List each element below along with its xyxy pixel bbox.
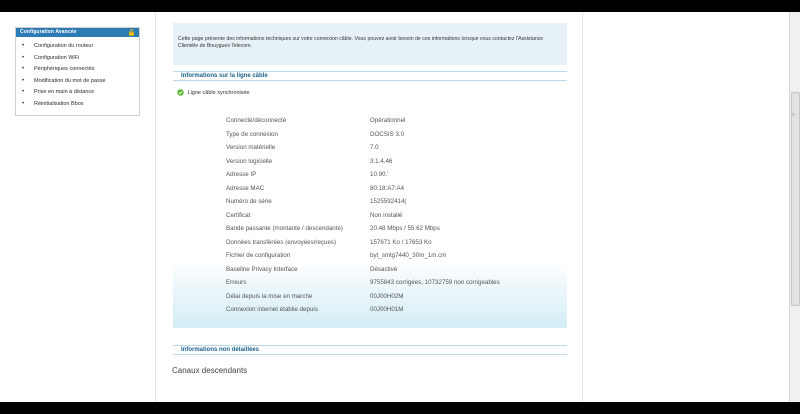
sidebar-item-label: Périphériques connectés — [34, 66, 95, 72]
bullet-icon: • — [22, 66, 25, 72]
bullet-icon: • — [22, 77, 25, 84]
row-label: Données transférées (envoyées/reçues) — [226, 238, 337, 246]
row-value: 9755843 corrigées, 10732759 non corrigea… — [370, 279, 500, 286]
table-row: Fichier de configuration byt_smtg7440_30m… — [226, 252, 566, 266]
table-row: Certificat Non installé — [226, 212, 566, 226]
row-label: Version logicielle — [226, 157, 273, 165]
table-row: Type de connexion DOCSIS 3.0 — [226, 131, 566, 145]
intro-box: Cette page présente des informations tec… — [173, 23, 567, 65]
sidebar-item-reset-bbox[interactable]: • Réinitialisation Bbox — [22, 99, 106, 111]
table-row: Version logicielle 3.1.4.46 — [226, 158, 566, 172]
table-row: Données transférées (envoyées/reçues) 157… — [226, 239, 566, 253]
scrollbar-grip-icon: ≡ — [792, 112, 795, 118]
bullet-icon: • — [22, 100, 25, 107]
cable-status-text: Ligne câble synchronisée — [187, 90, 250, 96]
row-label: Fichier de configuration — [226, 252, 291, 259]
row-value: Non installé — [370, 211, 403, 219]
intro-text: Cette page présente des informations tec… — [178, 36, 544, 49]
row-label: Version matérielle — [226, 144, 276, 151]
row-value: byt_smtg7440_30m_1m.cm — [370, 252, 447, 259]
sidebar-header-label: Configuration Avancée — [20, 29, 77, 35]
cable-status: Ligne câble synchronisée — [177, 89, 250, 97]
row-label: Adresse IP — [226, 171, 257, 178]
row-value: 7.0 — [370, 144, 379, 151]
table-row: Baseline Privacy Interface Désactivé — [226, 266, 566, 280]
row-label: Baseline Privacy Interface — [226, 265, 298, 273]
row-label: Connecté/déconnecté — [226, 117, 287, 124]
sidebar-item-remote-control[interactable]: • Prise en main à distance — [22, 87, 106, 99]
row-value: 1525592414( — [370, 198, 407, 205]
sidebar-item-label: Configuration WiFi — [34, 54, 80, 61]
cable-info-section-title: Informations sur la ligne câble — [173, 71, 567, 81]
row-value: DOCSIS 3.0 — [370, 130, 405, 138]
check-circle-icon — [177, 89, 184, 96]
scrollbar-thumb[interactable] — [791, 92, 800, 306]
sidebar-header: Configuration Avancée — [16, 28, 139, 37]
row-value: 20.48 Mbps / 55.62 Mbps — [370, 225, 440, 232]
row-label: Erreurs — [226, 279, 247, 286]
sidebar-item-connected-devices[interactable]: • Périphériques connectés — [22, 64, 106, 76]
row-label: Numéro de série — [226, 198, 272, 205]
row-label: Délai depuis la mise en marche — [226, 292, 313, 300]
sidebar-menu: • Configuration du routeur • Configuration… — [22, 41, 106, 110]
sidebar-item-router-config[interactable]: • Configuration du routeur — [22, 41, 106, 53]
table-row: Connexion internet établie depuis 00J00H0… — [226, 306, 566, 320]
row-label: Certificat — [226, 211, 251, 219]
row-value: 10.90.' — [370, 171, 389, 178]
table-row: Bande passante (montante / descendante) 2… — [226, 225, 566, 239]
details-section-title: Informations non détaillées — [173, 345, 567, 355]
bottom-black-bar — [0, 402, 800, 414]
table-row: Délai depuis la mise en marche 00J00H02M — [226, 293, 566, 307]
sidebar-item-label: Prise en main à distance — [34, 89, 95, 95]
row-value: 00J00H02M — [370, 292, 404, 300]
table-row: Adresse IP 10.90.' — [226, 171, 566, 185]
row-value: Opérationnel — [370, 117, 406, 124]
sidebar-item-change-password[interactable]: • Modification du mot de passe — [22, 76, 106, 88]
downstream-channels-heading: Canaux descendants — [172, 366, 248, 375]
row-value: 3.1.4.46 — [370, 157, 393, 165]
row-value: 00J00H01M — [370, 306, 404, 313]
advanced-config-sidebar: Configuration Avancée • Configuration du … — [15, 27, 140, 116]
row-value: 157671 Ko / 17653 Ko — [370, 238, 432, 246]
bullet-icon: • — [22, 43, 25, 49]
vertical-scrollbar[interactable]: ≡ — [789, 12, 800, 402]
row-label: Bande passante (montante / descendante) — [226, 225, 343, 232]
top-black-bar — [0, 0, 800, 12]
sidebar-item-label: Configuration du routeur — [34, 43, 94, 49]
row-label: Connexion internet établie depuis — [226, 306, 318, 313]
sidebar-item-label: Réinitialisation Bbox — [34, 100, 84, 107]
row-label: Adresse MAC — [226, 184, 265, 192]
row-value: Désactivé — [370, 265, 398, 273]
sidebar-item-wifi-config[interactable]: • Configuration WiFi — [22, 53, 106, 65]
sidebar-item-label: Modification du mot de passe — [34, 77, 106, 84]
lock-icon — [128, 29, 135, 36]
cable-info-panel: Connecté/déconnecté Opérationnel Type de … — [173, 102, 567, 328]
table-row: Numéro de série 1525592414( — [226, 198, 566, 212]
table-row: Adresse MAC 80:18:A7:A4 — [226, 185, 566, 199]
bullet-icon: • — [22, 89, 25, 95]
table-row: Erreurs 9755843 corrigées, 10732759 non c… — [226, 279, 566, 293]
row-value: 80:18:A7:A4 — [370, 184, 405, 192]
row-label: Type de connexion — [226, 130, 278, 138]
table-row: Connecté/déconnecté Opérationnel — [226, 117, 566, 131]
bullet-icon: • — [22, 54, 25, 61]
table-row: Version matérielle 7.0 — [226, 144, 566, 158]
